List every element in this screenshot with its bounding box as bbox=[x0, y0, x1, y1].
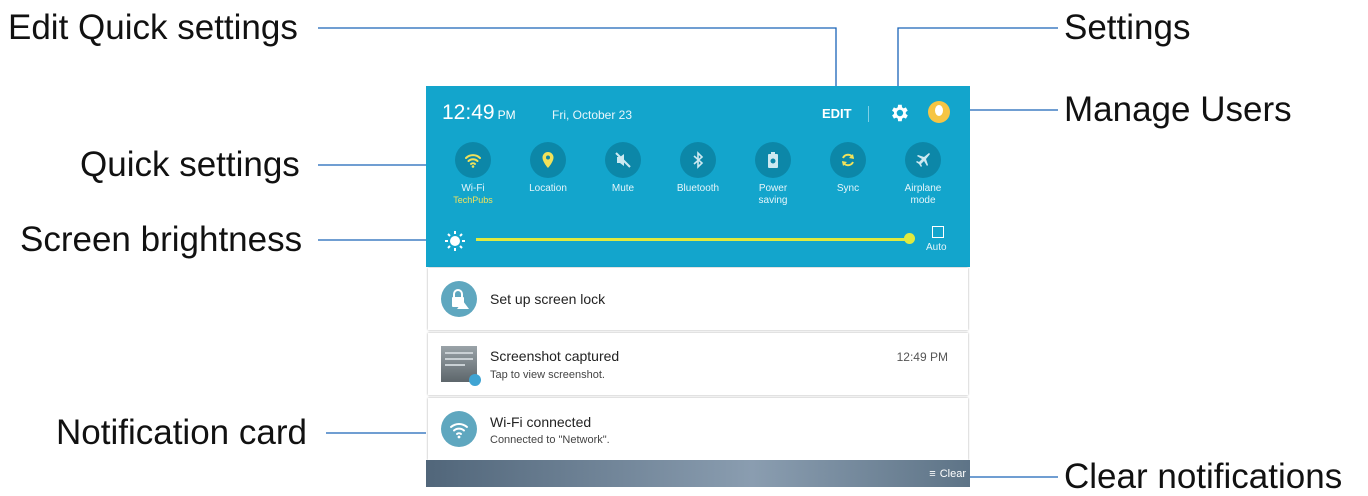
qs-mute[interactable]: Mute bbox=[593, 142, 653, 195]
mute-icon bbox=[605, 142, 641, 178]
qs-label: Location bbox=[529, 183, 567, 194]
time-value: 12:49 bbox=[442, 101, 495, 124]
bluetooth-icon bbox=[680, 142, 716, 178]
power-saving-icon bbox=[755, 142, 791, 178]
notification-text: Tap to view screenshot. bbox=[490, 369, 605, 381]
qs-label: Power saving bbox=[758, 183, 788, 206]
notification-title: Wi-Fi connected bbox=[490, 414, 592, 430]
callout-screen-brightness: Screen brightness bbox=[20, 220, 303, 259]
callout-quick-settings: Quick settings bbox=[80, 145, 300, 184]
gear-icon[interactable] bbox=[888, 102, 910, 124]
qs-power-saving[interactable]: Power saving bbox=[743, 142, 803, 207]
callout-manage-users: Manage Users bbox=[1064, 90, 1292, 129]
qs-label: Wi-Fi bbox=[461, 183, 485, 194]
brightness-icon bbox=[445, 231, 465, 251]
notification-card-wifi[interactable]: Wi-Fi connected Connected to "Network". bbox=[428, 398, 968, 460]
notification-title: Screenshot captured bbox=[490, 348, 620, 364]
clear-notifications-button[interactable]: ≡ Clear bbox=[929, 468, 966, 480]
notification-card-screen-lock[interactable]: Set up screen lock bbox=[428, 268, 968, 330]
qs-label: Sync bbox=[836, 183, 860, 194]
location-icon bbox=[530, 142, 566, 178]
qs-label: Bluetooth bbox=[676, 183, 720, 194]
lock-icon bbox=[441, 281, 477, 317]
brightness-slider-handle[interactable] bbox=[904, 233, 916, 244]
notification-title: Set up screen lock bbox=[490, 291, 606, 307]
edit-button[interactable]: EDIT bbox=[822, 106, 852, 121]
qs-label: Mute bbox=[611, 183, 635, 194]
header-divider bbox=[868, 106, 869, 122]
qs-location[interactable]: Location bbox=[518, 142, 578, 195]
notification-panel: 12:49 PM Fri, October 23 EDIT Wi-Fi TechP… bbox=[426, 86, 970, 487]
gallery-badge-icon bbox=[469, 374, 481, 386]
qs-sync[interactable]: Sync bbox=[818, 142, 878, 195]
qs-wifi[interactable]: Wi-Fi TechPubs bbox=[443, 142, 503, 206]
wifi-icon bbox=[455, 142, 491, 178]
brightness-slider-track[interactable] bbox=[476, 238, 914, 241]
qs-airplane-mode[interactable]: Airplane mode bbox=[893, 142, 953, 207]
screenshot-thumbnail bbox=[441, 346, 481, 386]
callout-notification-card: Notification card bbox=[56, 413, 307, 452]
manage-users-avatar[interactable] bbox=[928, 101, 950, 123]
sync-icon bbox=[830, 142, 866, 178]
time-ampm: PM bbox=[497, 108, 516, 122]
clear-label: Clear bbox=[939, 468, 966, 480]
clear-list-icon: ≡ bbox=[929, 468, 936, 480]
auto-brightness-checkbox[interactable] bbox=[932, 226, 944, 238]
qs-bluetooth[interactable]: Bluetooth bbox=[668, 142, 728, 195]
notification-card-screenshot[interactable]: Screenshot captured Tap to view screensh… bbox=[428, 333, 968, 395]
auto-brightness-label: Auto bbox=[926, 242, 947, 253]
notification-time: 12:49 PM bbox=[896, 350, 948, 364]
notification-footer: ≡ Clear bbox=[426, 460, 970, 487]
qs-label: Airplane mode bbox=[904, 183, 942, 206]
callout-settings: Settings bbox=[1064, 8, 1191, 47]
notification-text: Connected to "Network". bbox=[490, 434, 610, 446]
status-time: 12:49 PM bbox=[442, 101, 516, 125]
callout-edit-quick-settings: Edit Quick settings bbox=[8, 8, 298, 47]
status-date: Fri, October 23 bbox=[552, 108, 633, 122]
wifi-icon bbox=[441, 411, 477, 447]
quick-settings-header: 12:49 PM Fri, October 23 EDIT Wi-Fi TechP… bbox=[426, 86, 970, 267]
qs-sublabel: TechPubs bbox=[453, 195, 493, 205]
airplane-icon bbox=[905, 142, 941, 178]
